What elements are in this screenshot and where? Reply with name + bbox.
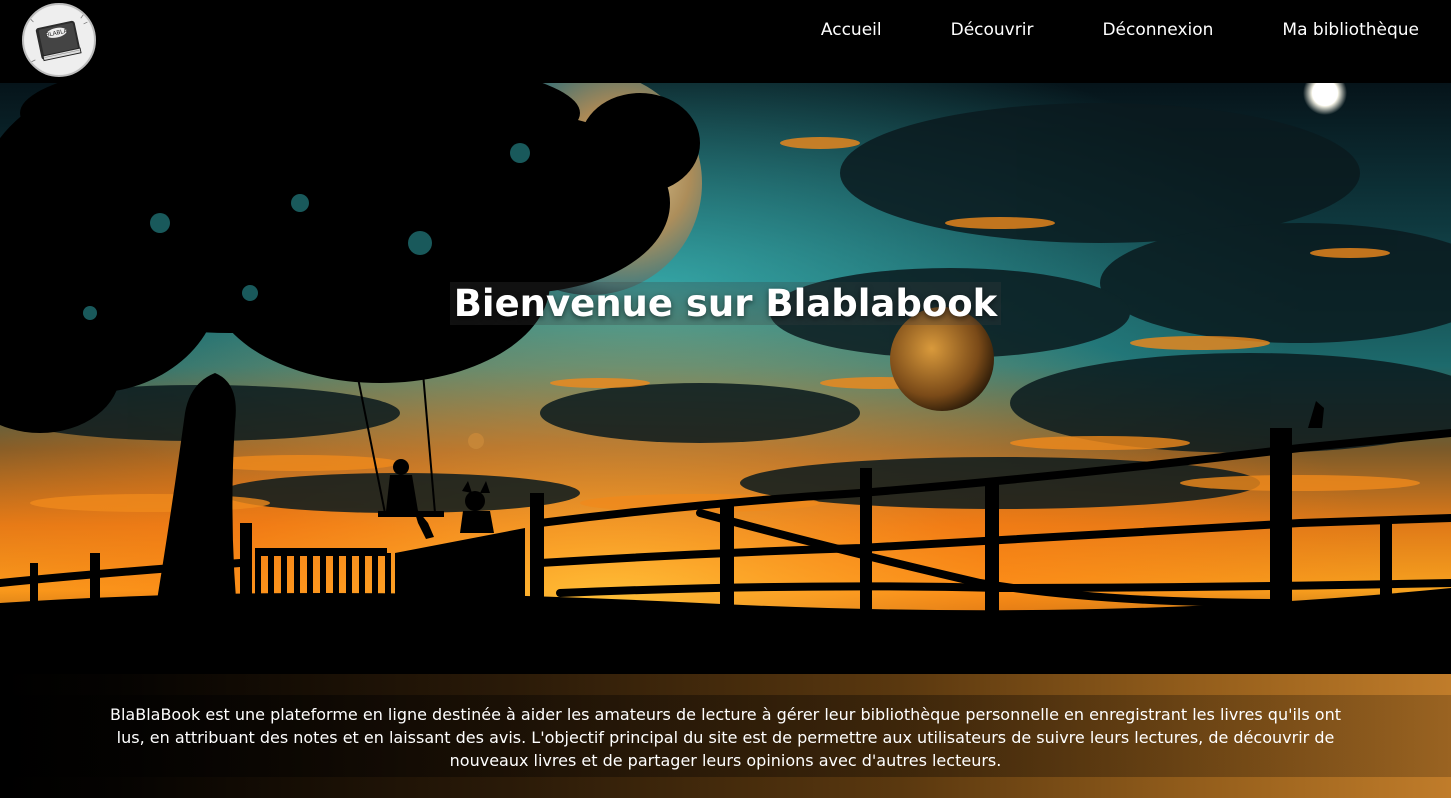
nav-ma-bibliotheque[interactable]: Ma bibliothèque — [1282, 18, 1419, 42]
description-section: BlaBlaBook est une plateforme en ligne d… — [0, 674, 1451, 798]
hero-image — [0, 83, 1451, 673]
book-logo-icon[interactable]: BLABLA — [22, 3, 96, 77]
description-text: BlaBlaBook est une plateforme en ligne d… — [109, 705, 1341, 770]
main-nav: Accueil Découvrir Déconnexion Ma bibliot… — [821, 18, 1419, 42]
nav-deconnexion[interactable]: Déconnexion — [1102, 18, 1213, 42]
nav-accueil[interactable]: Accueil — [821, 18, 882, 42]
logo-graphic: BLABLA — [24, 5, 94, 75]
nav-decouvrir[interactable]: Découvrir — [951, 18, 1034, 42]
hero-banner: Bienvenue sur Blablabook — [0, 83, 1451, 673]
hero-title-text: Bienvenue sur Blablabook — [449, 282, 1002, 325]
page: BLABLA Accueil Découvrir Déconnexion Ma … — [0, 0, 1451, 798]
site-header: BLABLA Accueil Découvrir Déconnexion Ma … — [0, 0, 1451, 83]
hero-title: Bienvenue sur Blablabook — [0, 281, 1451, 327]
